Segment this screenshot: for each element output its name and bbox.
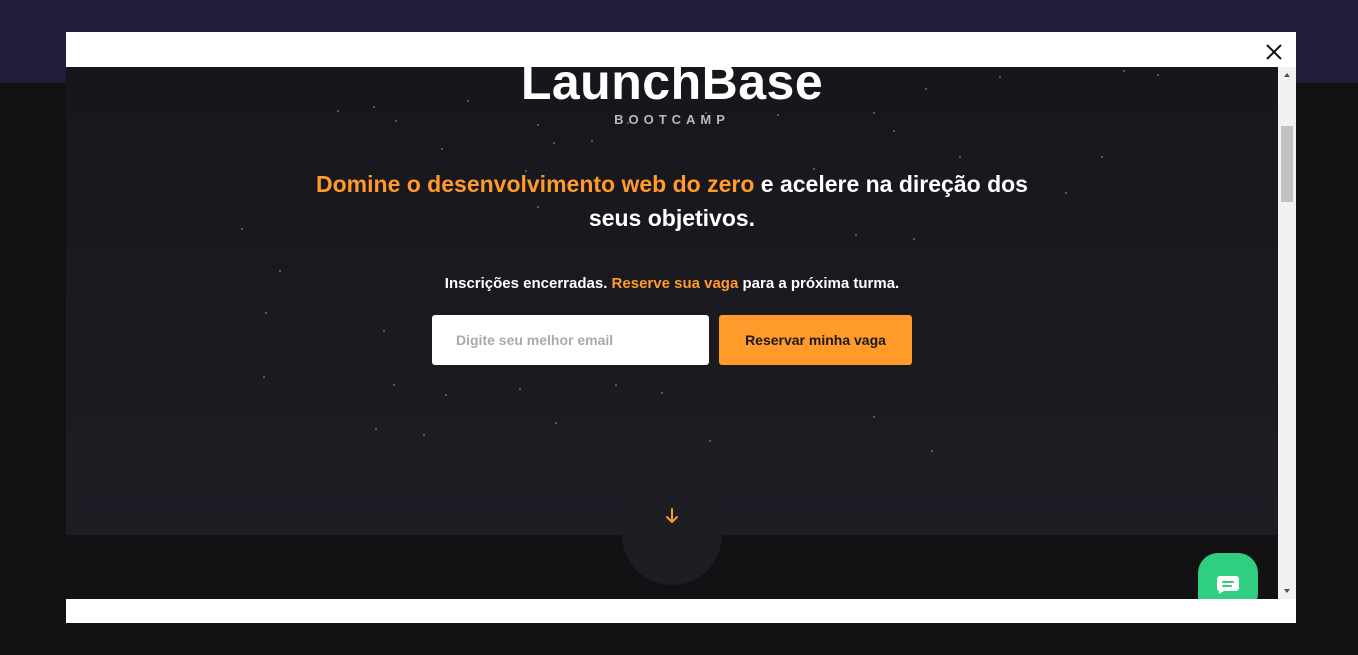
reserve-spot-button[interactable]: Reservar minha vaga bbox=[719, 315, 912, 365]
notice-highlight: Reserve sua vaga bbox=[611, 275, 739, 292]
hero-section: LaunchBase BOOTCAMP Domine o desenvolvim… bbox=[66, 67, 1278, 535]
email-input[interactable] bbox=[432, 315, 709, 365]
arrow-down-icon bbox=[666, 508, 678, 523]
video-modal: LaunchBase BOOTCAMP Domine o desenvolvim… bbox=[66, 32, 1296, 623]
logo-subtitle: BOOTCAMP bbox=[614, 112, 730, 127]
hero-headline: Domine o desenvolvimento web do zero e a… bbox=[312, 167, 1032, 235]
starfield-decoration bbox=[241, 70, 1159, 452]
notice-end: para a próxima turma. bbox=[738, 275, 900, 292]
logo-wordmark: LaunchBase bbox=[520, 67, 824, 110]
chat-widget-button[interactable] bbox=[1198, 553, 1258, 599]
enrollment-notice: Inscrições encerradas. Reserve sua vaga … bbox=[66, 275, 1278, 292]
scroll-down-button[interactable] bbox=[622, 485, 722, 585]
scroll-down-arrow[interactable] bbox=[1278, 583, 1296, 599]
modal-scrollbar[interactable] bbox=[1278, 67, 1296, 599]
scrollbar-thumb[interactable] bbox=[1281, 126, 1293, 202]
notice-start: Inscrições encerradas. bbox=[444, 275, 612, 292]
caret-up-icon bbox=[1284, 73, 1290, 77]
embedded-page: LaunchBase BOOTCAMP Domine o desenvolvim… bbox=[66, 67, 1278, 599]
close-icon bbox=[1266, 44, 1282, 60]
chat-icon bbox=[1216, 576, 1239, 594]
headline-highlight: Domine o desenvolvimento web do zero bbox=[316, 171, 755, 197]
scroll-up-arrow[interactable] bbox=[1278, 67, 1296, 83]
caret-down-icon bbox=[1284, 589, 1290, 593]
close-button[interactable] bbox=[1262, 40, 1286, 64]
